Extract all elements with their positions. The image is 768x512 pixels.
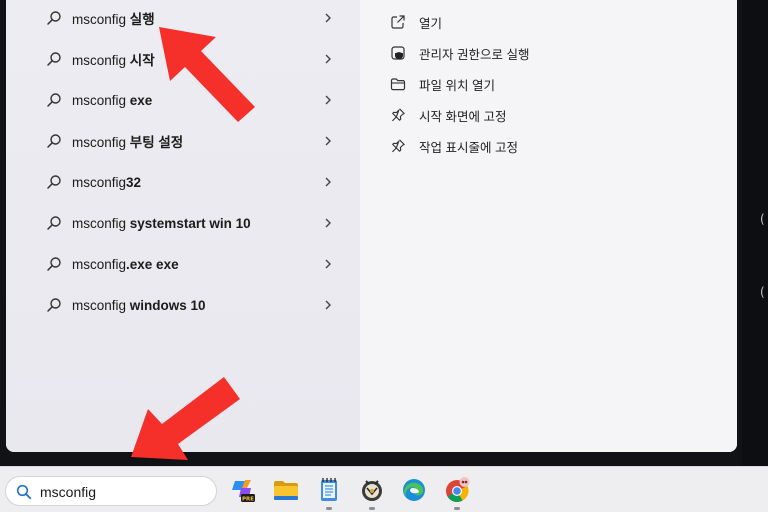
action-label: 작업 표시줄에 고정 [419,140,518,155]
search-icon [47,216,61,230]
search-input[interactable] [40,482,210,502]
chrome-icon[interactable] [443,476,471,504]
edge-icon[interactable] [400,476,428,504]
suggestion-item[interactable]: msconfig systemstart win 10 [6,203,360,243]
action-run-as-admin[interactable]: 관리자 권한으로 실행 [390,41,710,65]
action-label: 파일 위치 열기 [419,78,495,93]
running-indicator [326,507,332,510]
suggestion-label: msconfig exe [72,92,153,108]
taskbar: PRE [0,466,768,512]
chevron-right-icon [325,95,331,105]
action-pin-to-taskbar[interactable]: 작업 표시줄에 고정 [390,134,710,158]
chevron-right-icon [325,300,331,310]
search-icon [47,11,61,25]
search-panel: msconfig 실행 msconfig 시작 msconfig exe msc… [6,0,737,452]
action-label: 시작 화면에 고정 [419,109,507,124]
search-icon [47,134,61,148]
suggestion-item[interactable]: msconfig.exe exe [6,244,360,284]
background-glyph: ( [760,285,765,299]
pin-icon [391,139,405,153]
suggestion-label: msconfig 시작 [72,53,155,68]
search-icon [47,257,61,271]
copilot-pre-icon[interactable]: PRE [229,476,257,504]
search-icon [47,175,61,189]
chevron-right-icon [325,13,331,23]
shield-icon [391,46,405,60]
annotation-arrow-bottom [131,377,240,460]
suggestion-item[interactable]: msconfig windows 10 [6,285,360,325]
search-icon [16,484,32,500]
suggestion-label: msconfig32 [72,174,142,190]
action-label: 열기 [419,16,443,31]
open-external-icon [391,15,405,29]
folder-icon [390,78,406,91]
app-detail-pane: 열기 관리자 권한으로 실행 파일 위치 열기 시작 화면에 고정 작업 표시줄… [360,0,737,452]
search-icon [47,52,61,66]
pin-icon [391,108,405,122]
action-open[interactable]: 열기 [390,10,710,34]
action-label: 관리자 권한으로 실행 [419,47,530,62]
suggestion-label: msconfig systemstart win 10 [72,215,251,231]
chevron-right-icon [325,54,331,64]
running-indicator [454,507,460,510]
folder-icon[interactable] [272,476,300,504]
background-glyph: ( [760,212,765,226]
suggestion-label: msconfig 부팅 설정 [72,135,184,150]
taskbar-search-box[interactable] [5,476,217,506]
suggestion-label: msconfig windows 10 [72,297,206,313]
action-open-file-location[interactable]: 파일 위치 열기 [390,72,710,96]
search-icon [47,93,61,107]
search-icon [47,298,61,312]
chevron-right-icon [325,136,331,146]
app-icon[interactable] [358,476,386,504]
annotation-arrow-top [159,27,255,122]
suggestion-label: msconfig.exe exe [72,256,179,272]
svg-text:PRE: PRE [242,497,254,503]
desktop-background [742,0,768,466]
chevron-right-icon [325,218,331,228]
chevron-right-icon [325,259,331,269]
running-indicator [369,507,375,510]
chevron-right-icon [325,177,331,187]
suggestion-item[interactable]: msconfig32 [6,162,360,202]
notepad-icon[interactable] [315,476,343,504]
action-pin-to-start[interactable]: 시작 화면에 고정 [390,103,710,127]
suggestion-label: msconfig 실행 [72,12,155,27]
